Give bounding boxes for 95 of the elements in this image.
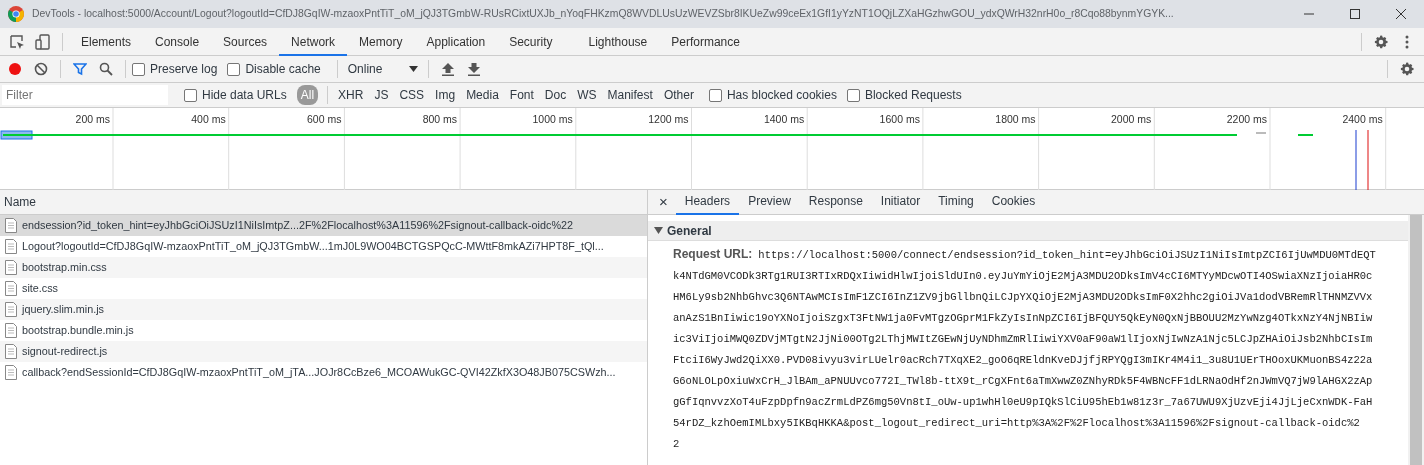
type-filter[interactable]: Doc (540, 85, 571, 105)
time-tick-label: 1400 ms (763, 113, 805, 125)
panel-tab[interactable]: Performance (659, 27, 752, 56)
time-tick-label: 800 ms (422, 113, 458, 125)
maximize-icon (1350, 9, 1360, 19)
hide-data-urls-label: Hide data URLs (202, 87, 287, 104)
type-filter[interactable]: XHR (334, 85, 368, 105)
request-row[interactable]: endsession?id_token_hint=eyJhbGciOiJSUzI1NiIsImtpZ...2F%2Flocalhost%3A11596%2Fsignout-callback-oidc%22 (0, 215, 647, 236)
header-value-line: ic3ViIjoiMWQ0ZDVjMTgtN2JjNi00OTg2LThjMWItZGEwNjUyNDhmZmRlIiwiYXV0aF90aW1lIjoxNjIwNzA1Njc5LCJpZHAiOiJsb2NhbCIsIm (673, 333, 1373, 345)
details-tab[interactable]: Timing (929, 189, 983, 215)
type-filter[interactable]: Img (431, 85, 460, 105)
type-filter[interactable]: WS (573, 85, 601, 105)
header-value-line: 2 (673, 438, 680, 450)
inspect-icon (9, 33, 25, 50)
type-filter[interactable]: Media (462, 85, 503, 105)
type-filter[interactable]: CSS (395, 85, 429, 105)
throttling-select[interactable]: Online (343, 60, 422, 78)
preserve-log-label: Preserve log (150, 61, 218, 78)
document-icon (5, 365, 17, 380)
document-icon (5, 260, 17, 275)
time-tick-label: 600 ms (306, 113, 342, 125)
request-row[interactable]: jquery.slim.min.js (0, 299, 647, 320)
panel-tab[interactable]: Security (497, 27, 565, 56)
request-row[interactable]: Logout?logoutId=CfDJ8GqIW-mzaoxPntTiT_oM_jQJ3TGmbW...1mJ0L9WO04BCTGSPQcC-MWttF8mkAZi7HPT8F_tQl... (0, 236, 647, 257)
blocked-requests-label: Blocked Requests (864, 87, 962, 104)
browser-logo-icon (8, 6, 24, 22)
panel-tab[interactable]: Console (143, 27, 212, 56)
more-icon (1405, 34, 1409, 49)
details-tab[interactable]: Preview (739, 189, 800, 215)
document-icon (5, 344, 17, 359)
scrollbar[interactable] (1408, 215, 1424, 465)
time-tick-label: 1000 ms (532, 113, 573, 125)
details-tab[interactable]: Headers (675, 189, 740, 215)
panel-tab[interactable]: Memory (347, 27, 415, 56)
header-value-line: anAzS1BnIiwic19oYXNoIjoiSzgxT3FtNW1ja0FvMTgzOGprM1FkZyIsInNpZCI6IjBFQUY5QkEyN0QxNjBBOUU2MzYwNzg4OTkxNzY4NjNBIiw (673, 312, 1373, 324)
section-header[interactable]: General (648, 221, 1408, 241)
upload-icon (441, 62, 454, 76)
details-tab[interactable]: Initiator (871, 189, 930, 215)
header-value-line: https://localhost:5000/connect/endsession?id_token_hint=eyJhbGciOiJSUzI1NiIsImtpZCI6IjUwMDU0MTdEQT (758, 249, 1376, 261)
header-value-line: HM6Ly9sb2NhbGhvc3Q6NTAwMCIsImF1ZCI6InZ1ZV9jbGllbnQiLCJpYXQiOjE2MjA3MDU2ODksImF0X2hhc2giOiJVa1dodVBRemRlTHNMZVVx (673, 291, 1373, 303)
type-filter[interactable]: Other (659, 85, 698, 105)
time-tick-label: 400 ms (191, 113, 226, 125)
disable-cache-label: Disable cache (245, 61, 321, 78)
header-value-line: k4NTdGM0VCODk3RTg1RUI3RTIxRDQxIiwidHlwIjoiSldUIn0.eyJuYmYiOjE2MjA3MDU2ODksImV4cCI6MTYyMDcwOTI4OSwiaXNzIjoiaHR0c (673, 270, 1373, 282)
checkbox[interactable] (132, 62, 145, 76)
window-title: DevTools - localhost:5000/Account/Logout?logoutId=CfDJ8GqIW-mzaoxPntTiT_oM_jQJ3TGmbW-RUsRCixtUXJb_nYoqFHKzmQ8WVDLUsUzWEVZSbr8IKUeZw99ceEx1GfI1yYzNT1OQjLZXaHGzhwGOU_ydxQWrH32nrH0o_r8Cqo88bynmYGYK... (32, 7, 1175, 22)
time-tick-label: 1200 ms (648, 113, 689, 125)
document-icon (5, 218, 17, 233)
request-row[interactable]: signout-redirect.js (0, 341, 647, 362)
header-value-line: 54rDZ_kzhOemIMLbxy5IKBqHKKA&post_logout_redirect_uri=http%3A%2F%2Flocalhost%3A11596%2Fsignout-callback-oidc%2 (673, 417, 1360, 429)
checkbox[interactable] (227, 62, 241, 76)
document-icon (5, 281, 17, 296)
request-row[interactable]: bootstrap.min.css (0, 257, 647, 278)
column-header[interactable]: Name (0, 190, 647, 215)
request-row[interactable]: bootstrap.bundle.min.js (0, 320, 647, 341)
details-tab[interactable]: Response (799, 189, 872, 215)
checkbox[interactable] (184, 88, 197, 102)
header-name: Request URL: (673, 247, 753, 261)
settings-icon (1373, 33, 1389, 50)
checkbox[interactable] (708, 88, 722, 102)
time-tick-label: 2000 ms (1111, 113, 1152, 125)
panel-tab[interactable]: Elements (69, 27, 144, 56)
type-filter[interactable]: Manifest (603, 85, 657, 105)
type-filter[interactable]: Font (505, 85, 538, 105)
clear-icon (34, 62, 48, 76)
load-marker (1367, 130, 1369, 190)
document-icon (5, 302, 17, 317)
type-filter[interactable]: JS (370, 85, 393, 105)
details-tab[interactable]: Cookies (982, 189, 1045, 215)
panel-tab[interactable]: Lighthouse (576, 27, 660, 56)
time-tick-label: 2200 ms (1226, 113, 1267, 125)
document-icon (5, 323, 17, 338)
has-blocked-cookies-label: Has blocked cookies (726, 87, 837, 104)
panel-tab[interactable]: Sources (211, 27, 280, 56)
search-icon (99, 62, 113, 76)
time-tick-label: 200 ms (75, 113, 110, 125)
dropdown-caret-icon (408, 66, 418, 72)
download-icon (467, 62, 480, 76)
filter-field[interactable]: Filter (2, 85, 168, 105)
panel-tab[interactable]: Application (414, 27, 498, 56)
settings-icon (1399, 61, 1415, 77)
dom-loaded-marker (1355, 130, 1357, 190)
close-details-button[interactable]: × (651, 190, 676, 214)
device-icon (35, 33, 51, 50)
header-value-line: G6oNLOLpOxiuWxCrH_JlBAm_aPNUUvco772I_TWl8b-ttX9t_rCgXFnt6aTmXwwZ0ZNhyRDk5F4WBNcFF1dLRNaOdHf2nJWmVQ7jW9lAHGX2zAp (673, 375, 1373, 387)
request-row[interactable]: callback?endSessionId=CfDJ8GqIW-mzaoxPntTiT_oM_jTA...JOJr8CcBze6_MCOAWukGC-QVI42ZkfX3O48JB075CSWzh... (0, 362, 647, 383)
header-value-line: FtciI6WyJwd2QiXX0.PVD08ivyu3virLUelr0acRch7TXqXE2_goO6qREldnKveDJjfjRPYQgI3mIKr4M4i1_3u8U1UErTHOoxUKMuonBS4z22a (673, 354, 1373, 366)
time-tick-label: 1800 ms (995, 113, 1036, 125)
close-icon (1396, 9, 1406, 19)
time-tick-label: 2400 ms (1342, 113, 1383, 125)
request-row[interactable]: site.css (0, 278, 647, 299)
header-value-line: gGfIqnvvzXoT4uFzpDpfn9acZrmLdPZ6mg50Vn8tI_oUw-up1whHl0eU9pIQkSlCiU95hEb1w81z3r_7a67UWU9XjUzvEji4JjLjeCxnWDK-FaH (673, 396, 1373, 408)
document-icon (5, 239, 17, 254)
time-tick-label: 1600 ms (879, 113, 920, 125)
checkbox[interactable] (846, 88, 860, 102)
